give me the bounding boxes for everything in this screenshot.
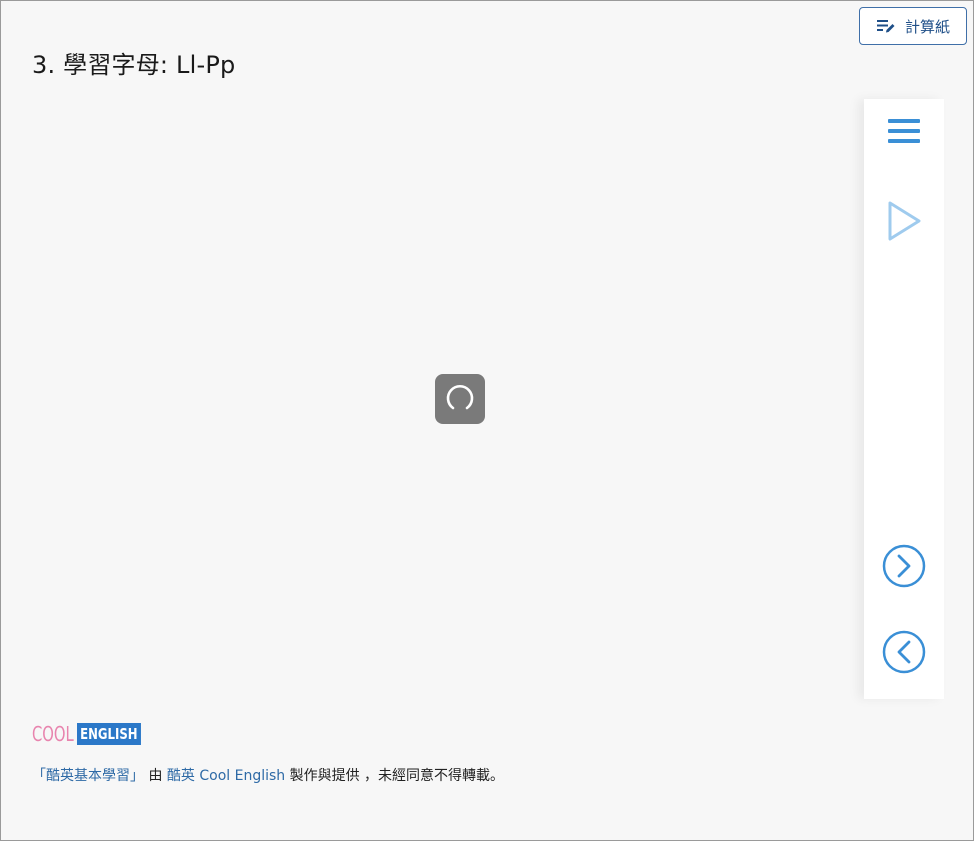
previous-button[interactable] (864, 630, 944, 674)
page-frame: 計算紙 3. 學習字母: Ll-Pp COOL ENGLISH 「酷英基本學習」… (0, 0, 974, 841)
loading-spinner (435, 374, 485, 424)
copyright-footer: 「酷英基本學習」 由 酷英 Cool English 製作與提供 ，未經同意不得… (32, 765, 504, 785)
cool-english-logo: COOL ENGLISH (32, 723, 159, 745)
menu-icon (888, 119, 920, 143)
chevron-left-circle-icon (882, 630, 926, 674)
player-side-panel (864, 99, 944, 699)
next-button[interactable] (864, 544, 944, 588)
player-stage[interactable] (32, 99, 864, 699)
footer-by-text: 由 (144, 768, 167, 784)
lesson-player (32, 99, 944, 699)
scratch-paper-label: 計算紙 (904, 17, 950, 36)
edit-note-icon (876, 18, 896, 34)
chevron-right-circle-icon (882, 544, 926, 588)
course-link[interactable]: 「酷英基本學習」 (32, 768, 144, 784)
play-icon (888, 201, 921, 241)
menu-button[interactable] (864, 111, 944, 151)
scratch-paper-button[interactable]: 計算紙 (859, 7, 967, 45)
play-button[interactable] (864, 197, 944, 245)
logo-english-text: ENGLISH (76, 723, 141, 745)
page-title: 3. 學習字母: Ll-Pp (32, 51, 236, 79)
provider-link[interactable]: 酷英 Cool English (167, 768, 285, 784)
logo-cool-text: COOL (32, 722, 74, 746)
spinner-icon (446, 385, 474, 410)
footer-rest-text: 製作與提供 ，未經同意不得轉載。 (285, 768, 505, 784)
